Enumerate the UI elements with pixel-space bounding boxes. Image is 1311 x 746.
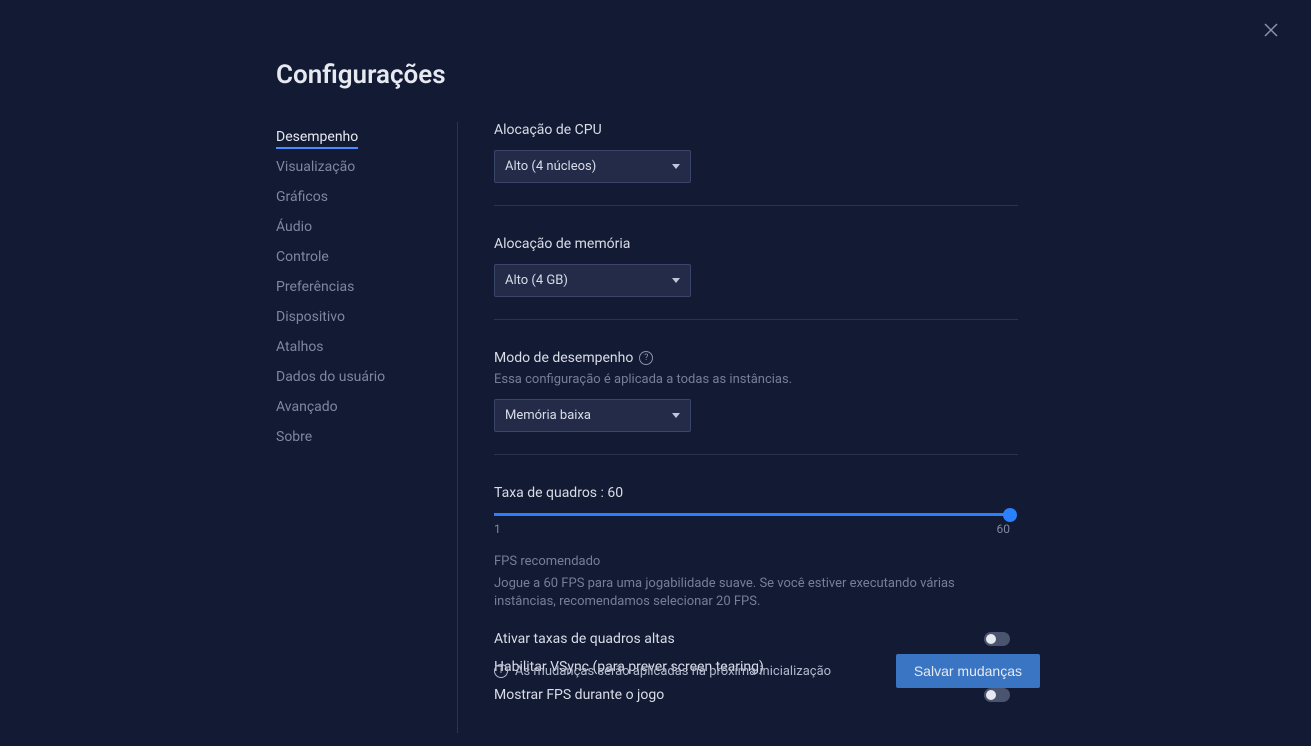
- sidebar-item-label: Áudio: [276, 219, 312, 235]
- footer-info-text: As mudanças serão aplicadas na próxima i…: [515, 664, 831, 679]
- slider-max: 60: [997, 522, 1011, 536]
- sidebar-item-label: Gráficos: [276, 189, 328, 205]
- chevron-down-icon: [672, 278, 680, 283]
- performance-mode-label-text: Modo de desempenho: [494, 350, 633, 366]
- close-button[interactable]: [1259, 18, 1283, 42]
- toggle-high-fps-label: Ativar taxas de quadros altas: [494, 631, 675, 647]
- cpu-allocation-select[interactable]: Alto (4 núcleos): [494, 150, 691, 183]
- framerate-slider[interactable]: [494, 513, 1010, 516]
- sidebar-item-controle[interactable]: Controle: [276, 242, 437, 272]
- sidebar-item-label: Preferências: [276, 279, 354, 295]
- footer-info: i As mudanças serão aplicadas na próxima…: [494, 664, 831, 679]
- performance-mode-select[interactable]: Memória baixa: [494, 399, 691, 432]
- save-button[interactable]: Salvar mudanças: [896, 654, 1040, 688]
- slider-range-labels: 1 60: [494, 522, 1010, 536]
- main-panel: Alocação de CPU Alto (4 núcleos) Alocaçã…: [458, 122, 1018, 733]
- slider-min: 1: [494, 522, 501, 536]
- sidebar-item-label: Desempenho: [276, 129, 358, 149]
- framerate-label: Taxa de quadros : 60: [494, 485, 1018, 501]
- cpu-allocation-group: Alocação de CPU Alto (4 núcleos): [494, 122, 1018, 206]
- fps-reco-desc: Jogue a 60 FPS para uma jogabilidade sua…: [494, 575, 1018, 611]
- performance-mode-sublabel: Essa configuração é aplicada a todas as …: [494, 372, 1018, 387]
- slider-thumb[interactable]: [1003, 508, 1017, 522]
- select-value: Memória baixa: [505, 408, 591, 423]
- sidebar: Desempenho Visualização Gráficos Áudio C…: [276, 122, 458, 733]
- select-value: Alto (4 GB): [505, 273, 568, 288]
- sidebar-item-label: Visualização: [276, 159, 355, 175]
- help-icon[interactable]: ?: [639, 351, 653, 365]
- footer: i As mudanças serão aplicadas na próxima…: [494, 654, 1040, 688]
- sidebar-item-atalhos[interactable]: Atalhos: [276, 332, 437, 362]
- toggle-knob: [986, 634, 996, 644]
- toggle-row-high-fps: Ativar taxas de quadros altas: [494, 625, 1010, 653]
- sidebar-item-sobre[interactable]: Sobre: [276, 422, 437, 452]
- sidebar-item-label: Sobre: [276, 429, 312, 445]
- memory-allocation-label: Alocação de memória: [494, 236, 1018, 252]
- sidebar-item-label: Avançado: [276, 399, 338, 415]
- select-value: Alto (4 núcleos): [505, 159, 596, 174]
- sidebar-item-graficos[interactable]: Gráficos: [276, 182, 437, 212]
- cpu-allocation-label: Alocação de CPU: [494, 122, 1018, 138]
- sidebar-item-dados-usuario[interactable]: Dados do usuário: [276, 362, 437, 392]
- sidebar-item-label: Dados do usuário: [276, 369, 385, 385]
- sidebar-item-desempenho[interactable]: Desempenho: [276, 122, 437, 152]
- fps-reco-title: FPS recomendado: [494, 554, 1018, 569]
- page-title: Configurações: [276, 60, 1311, 90]
- sidebar-item-label: Controle: [276, 249, 329, 265]
- close-icon: [1264, 23, 1278, 37]
- chevron-down-icon: [672, 413, 680, 418]
- memory-allocation-select[interactable]: Alto (4 GB): [494, 264, 691, 297]
- toggle-show-fps[interactable]: [984, 688, 1010, 702]
- sidebar-item-dispositivo[interactable]: Dispositivo: [276, 302, 437, 332]
- sidebar-item-visualizacao[interactable]: Visualização: [276, 152, 437, 182]
- chevron-down-icon: [672, 164, 680, 169]
- memory-allocation-group: Alocação de memória Alto (4 GB): [494, 236, 1018, 320]
- info-icon: i: [494, 664, 508, 678]
- sidebar-item-audio[interactable]: Áudio: [276, 212, 437, 242]
- toggle-high-fps[interactable]: [984, 632, 1010, 646]
- performance-mode-label: Modo de desempenho ?: [494, 350, 1018, 366]
- sidebar-item-preferencias[interactable]: Preferências: [276, 272, 437, 302]
- toggle-knob: [986, 690, 996, 700]
- sidebar-item-label: Dispositivo: [276, 309, 345, 325]
- sidebar-item-avancado[interactable]: Avançado: [276, 392, 437, 422]
- performance-mode-group: Modo de desempenho ? Essa configuração é…: [494, 350, 1018, 455]
- sidebar-item-label: Atalhos: [276, 339, 324, 355]
- slider-track: [494, 513, 1010, 516]
- toggle-show-fps-label: Mostrar FPS durante o jogo: [494, 687, 664, 703]
